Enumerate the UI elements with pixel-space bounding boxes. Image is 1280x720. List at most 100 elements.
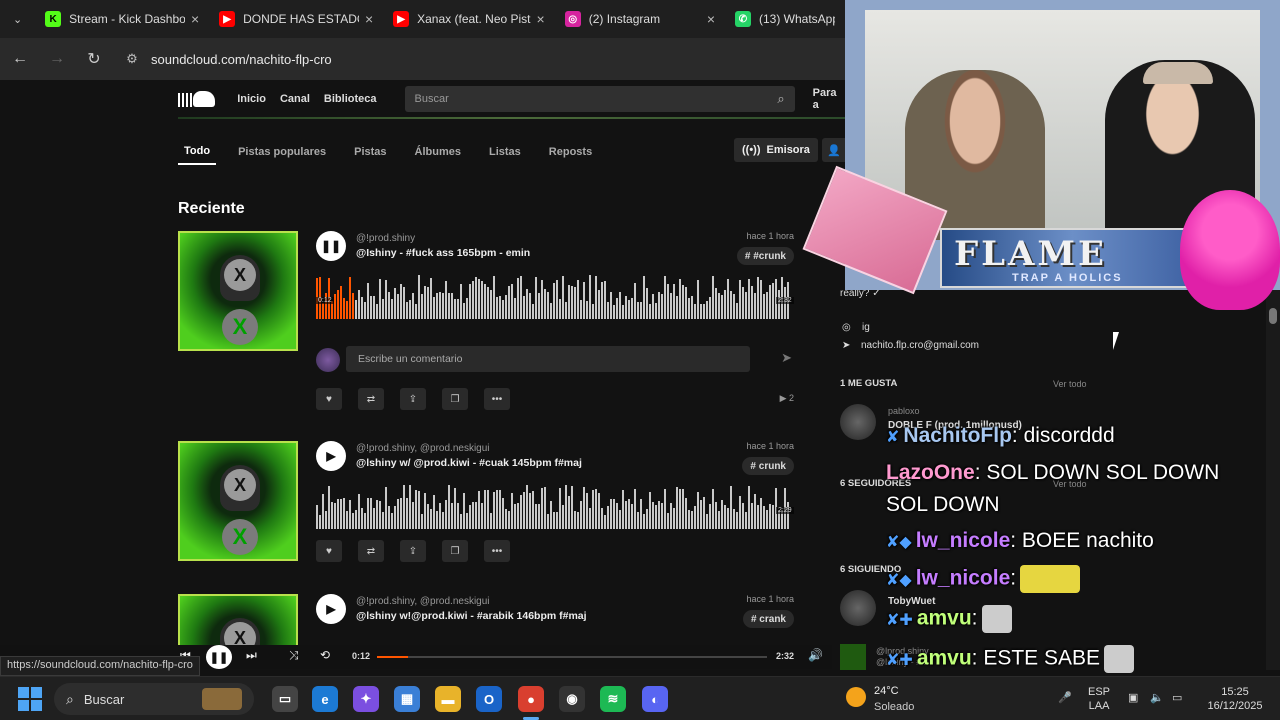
chrome-icon[interactable]: ● <box>518 686 544 712</box>
repost-button[interactable]: ⇄ <box>358 388 384 410</box>
tab-reposts[interactable]: Reposts <box>543 140 598 164</box>
spotify-icon[interactable]: ≋ <box>600 686 626 712</box>
taskbar-search[interactable]: ⌕ Buscar <box>54 683 254 715</box>
track-title[interactable]: @lshiny w!@prod.kiwi - #arabik 146bpm f#… <box>356 610 587 622</box>
waveform-bar <box>559 488 561 529</box>
ig-link[interactable]: ig <box>862 322 870 333</box>
track-artwork[interactable]: XX <box>178 441 298 561</box>
shuffle-icon[interactable]: ⤨ <box>289 648 299 663</box>
like-button[interactable]: ♥ <box>316 388 342 410</box>
player-progress[interactable] <box>377 656 767 658</box>
tab-listas[interactable]: Listas <box>483 140 527 164</box>
clock[interactable]: 15:25 16/12/2025 <box>1200 685 1270 713</box>
track-title[interactable]: @lshiny w/ @prod.kiwi - #cuak 145bpm f#m… <box>356 457 582 469</box>
page-scrollbar[interactable] <box>1266 290 1280 670</box>
search-icon[interactable]: ⌕ <box>777 91 784 107</box>
discord-icon[interactable]: ◐ <box>642 686 668 712</box>
start-icon[interactable] <box>18 687 42 711</box>
volume-icon[interactable]: 🔊 <box>808 648 823 662</box>
track-artist[interactable]: @!prod.shiny, @prod.neskigui <box>356 443 490 454</box>
url-field[interactable]: ⚙ soundcloud.com/nachito-flp-cro <box>119 43 845 75</box>
track-artist[interactable]: @!prod.shiny <box>356 233 415 244</box>
copy-link-button[interactable]: ❐ <box>442 540 468 562</box>
track-tag[interactable]: # #crunk <box>736 247 794 265</box>
send-icon[interactable]: ➤ <box>781 350 792 366</box>
station-button[interactable]: ((•)) Emisora <box>734 138 818 162</box>
play-button[interactable]: ▶ <box>316 441 346 471</box>
likes-header[interactable]: 1 ME GUSTA <box>840 378 897 389</box>
tab-pistas-populares[interactable]: Pistas populares <box>232 140 332 164</box>
tab-todo[interactable]: Todo <box>178 139 217 165</box>
speaker-icon[interactable]: 🔈 <box>1150 691 1164 705</box>
track-artwork[interactable]: XX <box>178 594 298 645</box>
tab-kick[interactable]: K Stream - Kick Dashbo × <box>35 0 209 38</box>
tab-instagram[interactable]: ◎ (2) Instagram × <box>555 0 725 38</box>
scrollbar-thumb[interactable] <box>1269 308 1277 324</box>
tab-pistas[interactable]: Pistas <box>348 140 392 164</box>
search-input[interactable]: Buscar ⌕ <box>404 86 795 112</box>
next-icon[interactable]: ⏭ <box>246 648 257 663</box>
play-button[interactable]: ▶ <box>316 594 346 624</box>
track-artwork-small[interactable] <box>840 644 866 670</box>
tab-whatsapp[interactable]: ✆ (13) WhatsApp <box>725 0 845 38</box>
avatar[interactable] <box>840 404 876 440</box>
tab-youtube-2[interactable]: ▶ Xanax (feat. Neo Pist × <box>383 0 555 38</box>
close-icon[interactable]: × <box>365 11 373 27</box>
store-icon[interactable]: ▦ <box>394 686 420 712</box>
reload-icon[interactable]: ↻ <box>77 42 111 76</box>
site-settings-icon[interactable]: ⚙ <box>119 51 145 67</box>
track-artwork[interactable]: XX <box>178 231 298 351</box>
email-link[interactable]: nachito.flp.cro@gmail.com <box>861 340 979 351</box>
track-tag[interactable]: # crunk <box>742 457 794 475</box>
pause-button[interactable]: ❚❚ <box>316 231 346 261</box>
soundcloud-logo-icon[interactable] <box>178 89 216 109</box>
display-icon[interactable]: ▣ <box>1128 691 1138 705</box>
language-indicator[interactable]: ESP LAA <box>1088 685 1110 713</box>
close-icon[interactable]: × <box>707 11 715 27</box>
track-artist[interactable]: @!prod.shiny, @prod.neskigui <box>356 596 490 607</box>
forward-icon[interactable]: → <box>40 42 74 76</box>
copy-link-button[interactable]: ❐ <box>442 388 468 410</box>
player-pause-button[interactable]: ❚❚ <box>206 645 232 669</box>
share-button[interactable]: ⇪ <box>400 540 426 562</box>
avatar[interactable] <box>840 590 876 626</box>
more-button[interactable]: ••• <box>484 388 510 410</box>
back-icon[interactable]: ← <box>3 42 37 76</box>
nav-canal[interactable]: Canal <box>280 93 310 105</box>
waveform-bar <box>571 286 573 319</box>
nav-biblioteca[interactable]: Biblioteca <box>324 93 377 105</box>
microphone-icon[interactable]: 🎤 <box>1058 691 1072 705</box>
para-artistas-link[interactable]: Para a <box>813 87 845 111</box>
file-explorer-icon[interactable]: ▬ <box>435 686 461 712</box>
waveform-bar <box>676 296 678 319</box>
comment-input[interactable]: Escribe un comentario <box>346 346 750 372</box>
nav-inicio[interactable]: Inicio <box>237 93 266 105</box>
close-icon[interactable]: × <box>537 11 545 27</box>
waveform-bar <box>544 487 546 529</box>
likes-ver-todo[interactable]: Ver todo <box>1053 379 1087 389</box>
like-user[interactable]: pabloxo <box>888 406 920 416</box>
tab-search-chevron-icon[interactable]: ⌄ <box>0 0 35 38</box>
track-title[interactable]: @Ishiny - #fuck ass 165bpm - emin <box>356 247 530 259</box>
repeat-icon[interactable]: ⟲ <box>320 648 330 662</box>
like-button[interactable]: ♥ <box>316 540 342 562</box>
waveform-bar <box>475 277 477 319</box>
close-icon[interactable]: × <box>191 11 199 27</box>
copilot-icon[interactable]: ✦ <box>353 686 379 712</box>
obs-icon[interactable]: ◉ <box>559 686 585 712</box>
edge-icon[interactable]: e <box>312 686 338 712</box>
task-view-icon[interactable]: ▭ <box>272 686 298 712</box>
waveform-bar <box>586 301 588 319</box>
waveform[interactable] <box>316 275 792 319</box>
follow-button[interactable]: 👤 <box>822 138 845 162</box>
tab-youtube-1[interactable]: ▶ DONDE HAS ESTADO × <box>209 0 383 38</box>
waveform[interactable] <box>316 485 792 529</box>
waveform-bar <box>733 509 735 529</box>
track-tag[interactable]: # crank <box>742 610 794 628</box>
repost-button[interactable]: ⇄ <box>358 540 384 562</box>
outlook-icon[interactable]: O <box>476 686 502 712</box>
battery-icon[interactable]: ▭ <box>1172 691 1182 705</box>
more-button[interactable]: ••• <box>484 540 510 562</box>
tab-albumes[interactable]: Álbumes <box>409 140 467 164</box>
share-button[interactable]: ⇪ <box>400 388 426 410</box>
